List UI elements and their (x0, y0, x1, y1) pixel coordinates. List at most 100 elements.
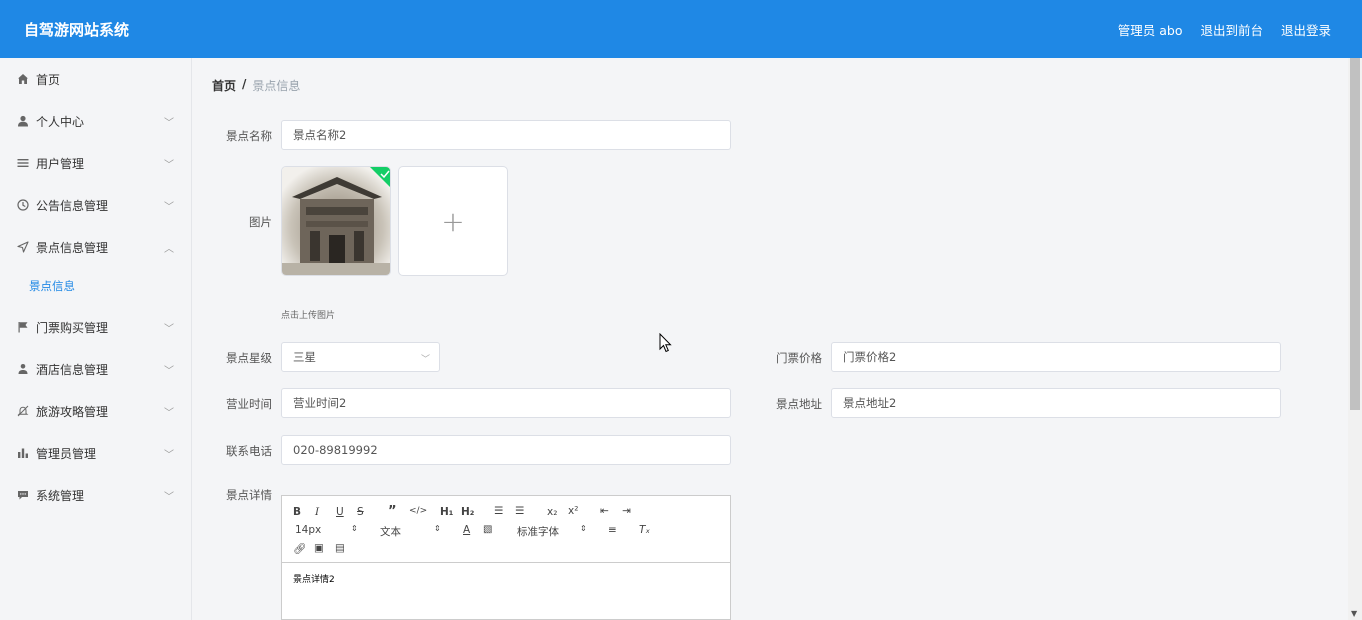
plus-icon: + (441, 204, 465, 238)
font-family-arrows-icon: ⇕ (580, 524, 587, 533)
breadcrumb-home[interactable]: 首页 (212, 77, 236, 94)
breadcrumb-separator: / (242, 77, 247, 91)
rich-text-editor: B I U S ” </> H₁ H₂ ☰ ☰ x₂ x² ⇤ ⇥ 14px ⇕… (281, 495, 731, 620)
strike-button[interactable]: S (357, 506, 364, 518)
editor-toolbar: B I U S ” </> H₁ H₂ ☰ ☰ x₂ x² ⇤ ⇥ 14px ⇕… (282, 496, 730, 563)
sidebar-item-home[interactable]: 首页 (0, 58, 192, 100)
bar-chart-icon (17, 447, 29, 459)
name-label: 景点名称 (226, 129, 272, 143)
star-select-value: 三星 (293, 350, 316, 364)
hours-label: 营业时间 (226, 397, 272, 411)
mouse-cursor-icon (659, 332, 673, 356)
main-content: 首页 / 景点信息 景点名称 景点名称2 图片 + 点击上传图片 景点星级 三星… (192, 58, 1348, 620)
sidebar-item-tickets[interactable]: 门票购买管理 ﹀ (0, 306, 192, 348)
clear-format-icon[interactable]: Tₓ (639, 524, 650, 536)
sidebar-item-guides[interactable]: 旅游攻略管理 ﹀ (0, 390, 192, 432)
indent-icon[interactable]: ⇥ (622, 505, 631, 517)
sidebar-item-label: 旅游攻略管理 (36, 404, 109, 419)
bullet-list-icon[interactable]: ☰ (515, 505, 524, 517)
align-icon[interactable]: ≡ (608, 524, 617, 536)
detail-label: 景点详情 (226, 488, 272, 502)
sidebar-item-hotels[interactable]: 酒店信息管理 ﹀ (0, 348, 192, 390)
phone-input[interactable]: 020-89819992 (281, 435, 731, 465)
font-color-icon[interactable]: A (463, 524, 470, 536)
sidebar: 首页 个人中心 ﹀ 用户管理 ﹀ 公告信息管理 ﹀ 景点信息管理 ︿ 景点信息 (0, 58, 192, 620)
underline-button[interactable]: U (336, 506, 344, 518)
sidebar-item-admins[interactable]: 管理员管理 ﹀ (0, 432, 192, 474)
sidebar-item-label: 门票购买管理 (36, 320, 109, 335)
header-arrows-icon: ⇕ (434, 524, 441, 533)
sidebar-item-users[interactable]: 用户管理 ﹀ (0, 142, 192, 184)
top-header: 自驾游网站系统 管理员 abo 退出到前台 退出登录 (0, 0, 1362, 58)
price-input[interactable]: 门票价格2 (831, 342, 1281, 372)
sidebar-item-label: 酒店信息管理 (36, 362, 109, 377)
sidebar-item-label: 首页 (36, 72, 61, 87)
breadcrumb-current: 景点信息 (252, 79, 301, 93)
h2-button[interactable]: H₂ (461, 506, 474, 518)
scrollbar-thumb[interactable] (1350, 58, 1360, 410)
building-photo (282, 167, 390, 275)
admin-label: 管理员 abo (1117, 23, 1183, 38)
video-icon[interactable]: ▤ (335, 542, 345, 554)
sidebar-item-profile[interactable]: 个人中心 ﹀ (0, 100, 192, 142)
font-size-select[interactable]: 14px (295, 524, 321, 536)
bell-off-icon (17, 405, 29, 417)
app-title: 自驾游网站系统 (24, 21, 130, 39)
scroll-down-arrow-icon[interactable]: ▼ (1351, 609, 1357, 618)
home-icon (17, 73, 29, 85)
image-label: 图片 (249, 215, 272, 229)
chevron-down-icon: ﹀ (164, 491, 174, 503)
sidebar-item-spots[interactable]: 景点信息管理 ︿ (0, 226, 192, 268)
user-icon (17, 115, 29, 127)
clock-icon (17, 199, 29, 211)
sidebar-subitem-label: 景点信息 (29, 279, 75, 293)
list-icon (17, 157, 29, 169)
sidebar-item-label: 景点信息管理 (36, 240, 109, 255)
sidebar-item-label: 管理员管理 (36, 446, 97, 461)
header-actions: 管理员 abo 退出到前台 退出登录 (1118, 20, 1331, 39)
image-icon[interactable]: ▣ (314, 542, 324, 554)
uploaded-image-thumbnail[interactable] (281, 166, 391, 276)
hours-input[interactable]: 营业时间2 (281, 388, 731, 418)
h1-button[interactable]: H₁ (440, 506, 453, 518)
code-icon[interactable]: </> (409, 506, 427, 516)
chevron-down-icon: ﹀ (164, 323, 174, 335)
add-image-button[interactable]: + (398, 166, 508, 276)
sidebar-item-system[interactable]: 系统管理 ﹀ (0, 474, 192, 516)
header-select[interactable]: 文本 (380, 524, 401, 539)
outdent-icon[interactable]: ⇤ (600, 505, 609, 517)
chevron-down-icon: ﹀ (164, 159, 174, 171)
star-select[interactable]: 三星 ﹀ (281, 342, 440, 372)
italic-button[interactable]: I (315, 506, 319, 518)
chevron-down-icon: ﹀ (164, 407, 174, 419)
sidebar-item-label: 用户管理 (36, 156, 85, 171)
price-label: 门票价格 (776, 351, 822, 365)
address-label: 景点地址 (776, 397, 822, 411)
to-front-link[interactable]: 退出到前台 (1200, 20, 1263, 39)
chevron-down-icon: ﹀ (164, 117, 174, 129)
background-color-icon[interactable]: ▧ (483, 524, 492, 535)
link-icon[interactable]: 🔗︎ (293, 542, 306, 555)
editor-content[interactable]: 景点详情2 (282, 563, 730, 594)
page-scrollbar[interactable]: ▼ (1348, 58, 1362, 620)
sidebar-item-label: 系统管理 (36, 488, 85, 503)
chevron-up-icon: ︿ (164, 243, 174, 255)
subscript-button[interactable]: x₂ (547, 506, 557, 518)
superscript-button[interactable]: x² (568, 505, 578, 517)
sidebar-item-label: 公告信息管理 (36, 198, 109, 213)
blockquote-icon[interactable]: ” (388, 504, 397, 519)
name-input[interactable]: 景点名称2 (281, 120, 731, 150)
phone-label: 联系电话 (226, 444, 272, 458)
navigation-icon (17, 241, 29, 253)
breadcrumb: 首页 / 景点信息 (212, 77, 300, 94)
font-family-select[interactable]: 标准字体 (517, 524, 559, 539)
flag-icon (17, 321, 29, 333)
font-size-arrows-icon: ⇕ (351, 524, 358, 533)
sidebar-item-notices[interactable]: 公告信息管理 ﹀ (0, 184, 192, 226)
logout-link[interactable]: 退出登录 (1281, 20, 1331, 39)
address-input[interactable]: 景点地址2 (831, 388, 1281, 418)
bold-button[interactable]: B (293, 506, 301, 518)
ordered-list-icon[interactable]: ☰ (494, 505, 503, 517)
sidebar-subitem-spot-info[interactable]: 景点信息 (0, 268, 192, 304)
star-label: 景点星级 (226, 351, 272, 365)
